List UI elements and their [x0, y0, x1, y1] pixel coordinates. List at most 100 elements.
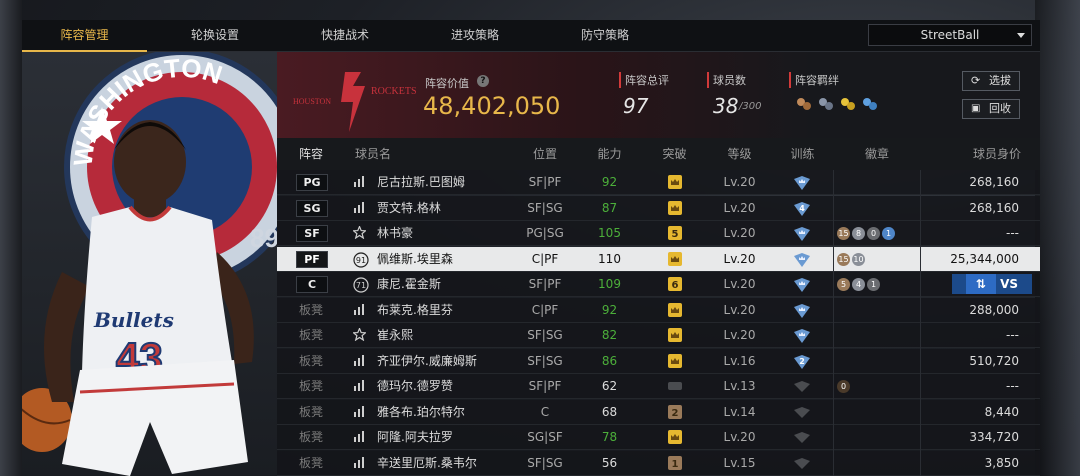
player-ability: 92 [601, 175, 618, 189]
rating-bars-icon [353, 430, 369, 446]
bond-icons[interactable] [795, 96, 885, 118]
chevron-down-icon [1017, 33, 1025, 38]
table-row[interactable]: 板凳 齐亚伊尔.威廉姆斯 SF|SG 86 Lv.16 2 510,720 [277, 348, 1040, 374]
breakthrough-icon [667, 174, 683, 190]
bench-label: 板凳 [299, 302, 324, 317]
player-name[interactable]: 布莱克.格里芬 [377, 298, 453, 323]
player-ability: 109 [598, 277, 621, 291]
table-row[interactable]: PF 91 佩维斯.埃里森 C|PF 110 Lv.20 15 10 25,344,000 [277, 246, 1040, 272]
player-position: C|PF [531, 302, 559, 317]
table-row[interactable]: 板凳 雅各布.珀尔特尔 C 68 2 Lv.14 8,440 [277, 399, 1040, 425]
table-row[interactable]: 板凳 辛送里厄斯.桑韦尔 SF|SG 56 1 Lv.15 3,850 [277, 450, 1040, 476]
table-row[interactable]: 板凳 崔永熙 SF|SG 82 Lv.20 --- [277, 323, 1040, 348]
training-shield-icon [793, 379, 811, 395]
tab-defense[interactable]: 防守策略 [540, 20, 670, 52]
svg-text:6: 6 [672, 280, 679, 291]
player-name[interactable]: 佩维斯.埃里森 [377, 247, 453, 272]
slot-badge: PF [296, 250, 328, 268]
svg-text:71: 71 [356, 281, 366, 290]
select-button[interactable]: ⟳ 选拔 [962, 71, 1020, 91]
player-ability: 78 [601, 430, 618, 444]
divider [619, 72, 621, 88]
player-value: 8,440 [984, 404, 1019, 419]
breakthrough-icon [667, 378, 683, 394]
col-train: 训练 [790, 147, 815, 161]
player-portrait-panel: WASHINGTON 89 Bullets 43 [22, 52, 277, 476]
player-name[interactable]: 齐亚伊尔.威廉姆斯 [377, 349, 477, 374]
player-name[interactable]: 雅各布.珀尔特尔 [377, 400, 465, 425]
bond-label: 阵容羁绊 [795, 74, 839, 87]
lineup-value-label: 阵容价值 [425, 77, 469, 90]
breakthrough-icon [667, 353, 683, 369]
svg-text:91: 91 [356, 256, 366, 265]
training-shield-icon [793, 252, 811, 268]
mode-dropdown[interactable]: StreetBall [868, 24, 1032, 46]
badge-chip: 10 [852, 252, 865, 266]
table-row[interactable]: 板凳 阿隆.阿夫拉罗 SG|SF 78 Lv.20 334,720 [277, 425, 1040, 450]
player-name[interactable]: 阿隆.阿夫拉罗 [377, 425, 453, 450]
jersey-number-icon: 91 [353, 251, 369, 268]
table-row[interactable]: C71康尼.霍金斯SF|PF1096Lv.205416 [277, 272, 1040, 297]
player-name[interactable]: 贾文特.格林 [377, 196, 441, 221]
tab-rotation[interactable]: 轮换设置 [150, 20, 280, 52]
table-row[interactable]: SF 林书豪 PG|SG 105 5 Lv.20 15 8 0 1 --- [277, 221, 1040, 246]
svg-text:2: 2 [799, 357, 805, 366]
help-icon[interactable]: ? [477, 75, 489, 87]
player-ability: 92 [601, 302, 618, 317]
tab-quick-tactics[interactable]: 快捷战术 [280, 20, 410, 52]
badge-chip: 8 [852, 227, 865, 240]
rating-bars-icon [353, 201, 369, 217]
player-name[interactable]: 辛送里厄斯.桑韦尔 [377, 451, 477, 476]
rating-value: 97 [623, 94, 649, 118]
player-value: 268,160 [969, 200, 1019, 215]
table-row[interactable]: 板凳 德玛尔.德罗赞 SF|PF 62 Lv.13 0 --- [277, 374, 1040, 399]
compare-button[interactable]: ⇅ VS [952, 274, 1032, 294]
badge-chip: 1 [867, 278, 880, 291]
training-shield-icon [793, 456, 811, 472]
player-position: SF|SG [527, 200, 563, 215]
breakthrough-icon: 5 [667, 225, 683, 241]
player-name[interactable]: 崔永熙 [377, 323, 413, 348]
bench-label: 板凳 [299, 353, 324, 368]
col-name: 球员名 [355, 147, 392, 161]
player-name[interactable]: 尼古拉斯.巴图姆 [377, 170, 465, 195]
badge-chip: 5 [837, 278, 850, 291]
lineup-summary-header: HOUSTON ROCKETS 阵容价值 ? 48,402,050 阵容总评 9… [277, 52, 1040, 138]
breakthrough-icon [667, 429, 683, 445]
player-name[interactable]: 康尼.霍金斯 [377, 272, 441, 297]
player-level: Lv.20 [723, 226, 756, 240]
table-row[interactable]: 板凳 布莱克.格里芬 C|PF 92 Lv.20 288,000 [277, 297, 1040, 323]
badge-chip: 1 [882, 227, 895, 240]
col-ability: 能力 [597, 147, 622, 161]
player-name[interactable]: 林书豪 [377, 221, 413, 246]
star-icon [351, 326, 369, 344]
slot-badge: C [296, 276, 328, 293]
training-shield-icon [793, 328, 811, 344]
jersey-team-text: Bullets [93, 308, 174, 332]
tab-lineup[interactable]: 阵容管理 [22, 20, 147, 52]
training-shield-icon [793, 430, 811, 446]
breakthrough-icon [667, 302, 683, 318]
vs-label: VS [1000, 277, 1019, 291]
player-value: 510,720 [969, 353, 1019, 368]
player-position: SG|SF [527, 430, 563, 444]
player-name[interactable]: 德玛尔.德罗赞 [377, 374, 453, 399]
bench-label: 板凳 [299, 455, 324, 470]
table-row[interactable]: SG 贾文特.格林 SF|SG 87 Lv.20 4 268,160 [277, 195, 1040, 221]
player-level: Lv.16 [723, 353, 756, 368]
svg-text:4: 4 [799, 204, 805, 213]
breakthrough-icon: 6 [667, 276, 683, 292]
mode-dropdown-value: StreetBall [920, 28, 980, 42]
player-position: C [540, 404, 550, 419]
refresh-icon: ⟳ [971, 74, 981, 87]
col-level: 等级 [727, 147, 752, 161]
breakthrough-icon [667, 251, 683, 267]
player-value: --- [1006, 226, 1019, 240]
recycle-button[interactable]: ▣ 回收 [962, 99, 1020, 119]
col-value: 球员身价 [972, 147, 1021, 161]
divider [789, 72, 791, 88]
tab-offense[interactable]: 进攻策略 [410, 20, 540, 52]
bond-people-icon [797, 98, 877, 110]
table-row[interactable]: PG 尼古拉斯.巴图姆 SF|PF 92 Lv.20 268,160 [277, 170, 1040, 195]
player-position: SF|PF [528, 277, 562, 291]
